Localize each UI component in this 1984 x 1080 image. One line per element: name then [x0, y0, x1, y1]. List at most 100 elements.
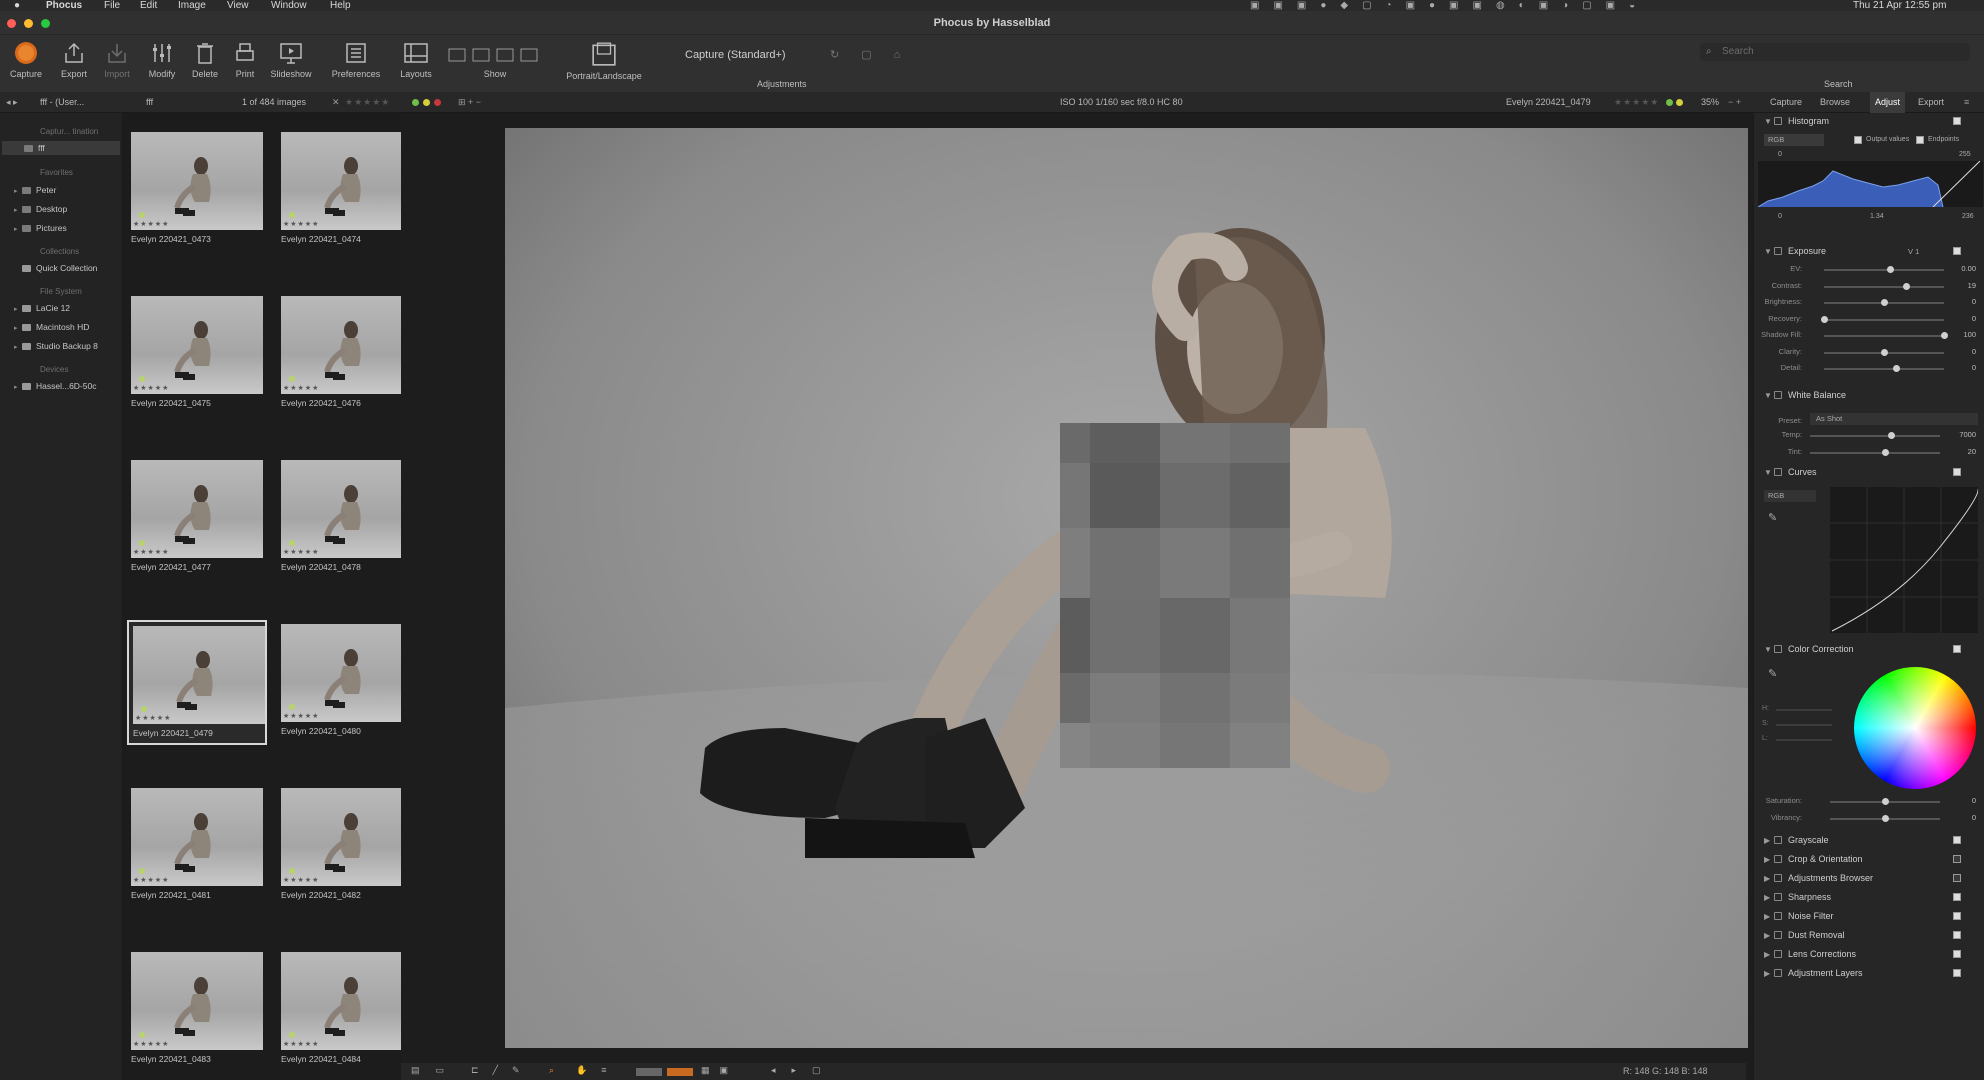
- menu-image[interactable]: Image: [178, 0, 206, 11]
- grid-overlay-icons[interactable]: ▦▣: [701, 1065, 738, 1076]
- sidebar-item-lacie[interactable]: ▸ LaCie 12: [14, 301, 122, 315]
- slider-knob[interactable]: [1882, 448, 1890, 456]
- collapse-triangle-icon[interactable]: ▼: [1764, 645, 1774, 654]
- histogram-graph[interactable]: [1758, 161, 1983, 207]
- thumbnail-rating[interactable]: ★★★★★: [133, 220, 169, 228]
- rating-filter[interactable]: ★★★★★: [345, 92, 390, 113]
- slider-value[interactable]: 0: [1946, 297, 1976, 306]
- slider-track[interactable]: [1810, 432, 1940, 439]
- apple-menu-icon[interactable]: ●: [14, 0, 20, 11]
- thumbnail[interactable]: ★★★★★ Evelyn 220421_0484: [277, 948, 417, 1073]
- section-enable-checkbox[interactable]: [1953, 969, 1961, 977]
- collapse-triangle-icon[interactable]: ▼: [1764, 391, 1774, 400]
- menu-app[interactable]: Phocus: [46, 0, 82, 11]
- panel-menu-icon[interactable]: ≡: [1964, 92, 1969, 113]
- disclosure-arrow-icon[interactable]: ▸: [14, 322, 22, 336]
- histogram-enable-checkbox[interactable]: [1953, 117, 1961, 125]
- print-button[interactable]: Print: [227, 41, 263, 79]
- l-slider[interactable]: [1776, 739, 1832, 741]
- curves-section-header[interactable]: ▼ Curves: [1764, 467, 1817, 477]
- collapsed-section-header[interactable]: ▶ Grayscale: [1764, 835, 1829, 845]
- thumbnail[interactable]: ★★★★★ Evelyn 220421_0478: [277, 456, 417, 581]
- slider-track[interactable]: [1824, 266, 1944, 273]
- disclosure-arrow-icon[interactable]: ▸: [14, 303, 22, 317]
- slider-knob[interactable]: [1881, 299, 1888, 306]
- thumbnail-rating[interactable]: ★★★★★: [133, 1040, 169, 1048]
- curves-channel-select[interactable]: RGB: [1764, 490, 1816, 502]
- curves-graph[interactable]: [1830, 487, 1978, 633]
- collapsed-section-header[interactable]: ▶ Crop & Orientation: [1764, 854, 1863, 864]
- wb-preset-select[interactable]: As Shot: [1810, 413, 1978, 425]
- collapsed-section-header[interactable]: ▶ Adjustments Browser: [1764, 873, 1873, 883]
- slider-knob[interactable]: [1902, 282, 1910, 290]
- collapsed-section-header[interactable]: ▶ Dust Removal: [1764, 930, 1845, 940]
- adjustment-preset[interactable]: Capture (Standard+): [685, 49, 786, 61]
- exposure-warning-tool[interactable]: [667, 1068, 693, 1076]
- sidebar-item-desktop[interactable]: ▸ Desktop: [14, 202, 122, 216]
- modify-button[interactable]: Modify: [144, 41, 180, 79]
- slider-track[interactable]: [1810, 448, 1940, 456]
- section-enable-checkbox[interactable]: [1953, 931, 1961, 939]
- section-enable-checkbox[interactable]: [1953, 950, 1961, 958]
- menu-window[interactable]: Window: [271, 0, 307, 11]
- disclosure-arrow-icon[interactable]: ▸: [14, 223, 22, 237]
- thumbnail[interactable]: ★★★★★ Evelyn 220421_0476: [277, 292, 417, 417]
- delete-button[interactable]: Delete: [187, 41, 223, 79]
- thumbnail[interactable]: ★★★★★ Evelyn 220421_0481: [127, 784, 267, 909]
- color-correction-enable-checkbox[interactable]: [1953, 645, 1961, 653]
- sidebar-item-pictures[interactable]: ▸ Pictures: [14, 221, 122, 235]
- portrait-landscape-button[interactable]: Portrait/Landscape: [556, 41, 652, 81]
- exposure-enable-checkbox[interactable]: [1953, 247, 1961, 255]
- image-rating[interactable]: ★★★★★: [1614, 92, 1659, 113]
- collapsed-section-header[interactable]: ▶ Adjustment Layers: [1764, 968, 1863, 978]
- slider-value[interactable]: 7000: [1946, 430, 1976, 439]
- menu-clock[interactable]: Thu 21 Apr 12:55 pm: [1853, 0, 1946, 11]
- compare-tool[interactable]: [636, 1068, 662, 1076]
- collapsed-section-header[interactable]: ▶ Noise Filter: [1764, 911, 1834, 921]
- status-icons[interactable]: ▣▣▣●◆▢◔▣●▣▣◍◐▣◑▢▣◒: [1250, 0, 1649, 11]
- slider-track[interactable]: [1830, 798, 1940, 805]
- thumbnail-rating[interactable]: ★★★★★: [283, 548, 319, 556]
- slider-knob[interactable]: [1882, 798, 1889, 805]
- tab-browse[interactable]: Browse: [1820, 92, 1850, 113]
- histogram-section-header[interactable]: ▼ Histogram: [1764, 116, 1829, 126]
- image-color-tag-yellow[interactable]: [1676, 99, 1683, 106]
- slider-track[interactable]: [1824, 332, 1948, 339]
- output-values-checkbox[interactable]: [1854, 136, 1862, 144]
- nav-back-forward-icon[interactable]: ◂ ▸: [6, 92, 18, 113]
- slider-value[interactable]: 0: [1946, 347, 1976, 356]
- section-enable-checkbox[interactable]: [1953, 874, 1961, 882]
- thumbnail[interactable]: ★★★★★ Evelyn 220421_0479: [127, 620, 267, 745]
- folder-path-dropdown[interactable]: fff - (User...: [40, 92, 84, 113]
- slider-value[interactable]: 0.00: [1946, 264, 1976, 273]
- curves-enable-checkbox[interactable]: [1953, 468, 1961, 476]
- sidebar-item-fff[interactable]: fff: [2, 141, 120, 155]
- capture-button[interactable]: Capture: [8, 41, 44, 79]
- thumbnail-rating[interactable]: ★★★★★: [133, 384, 169, 392]
- slider-track[interactable]: [1821, 315, 1944, 323]
- section-enable-checkbox[interactable]: [1953, 836, 1961, 844]
- menu-help[interactable]: Help: [330, 0, 351, 11]
- slider-knob[interactable]: [1881, 348, 1888, 356]
- crop-straighten-tools[interactable]: ⊏╱✎: [471, 1065, 534, 1076]
- color-eyedropper-icon[interactable]: ✎: [1768, 667, 1777, 680]
- thumbnail[interactable]: ★★★★★ Evelyn 220421_0482: [277, 784, 417, 909]
- thumbnail-rating[interactable]: ★★★★★: [283, 384, 319, 392]
- curves-eyedropper-icon[interactable]: ✎: [1768, 511, 1777, 524]
- preferences-button[interactable]: Preferences: [328, 41, 384, 79]
- section-enable-checkbox[interactable]: [1953, 912, 1961, 920]
- slider-value[interactable]: 0: [1946, 363, 1976, 372]
- slider-knob[interactable]: [1821, 315, 1828, 323]
- sidebar-item-studio-backup[interactable]: ▸ Studio Backup 8: [14, 339, 122, 353]
- thumbnail[interactable]: ★★★★★ Evelyn 220421_0474: [277, 128, 417, 253]
- slider-value[interactable]: 0: [1946, 813, 1976, 822]
- hand-tool-icons[interactable]: ✋≡: [576, 1065, 620, 1076]
- slider-track[interactable]: [1830, 814, 1940, 822]
- thumbnail[interactable]: ★★★★★ Evelyn 220421_0473: [127, 128, 267, 253]
- menu-view[interactable]: View: [227, 0, 249, 11]
- sidebar-item-quick-collection[interactable]: Quick Collection: [22, 261, 130, 275]
- color-tag-green[interactable]: [412, 99, 419, 106]
- hue-slider[interactable]: [1776, 709, 1832, 711]
- slider-value[interactable]: 20: [1946, 447, 1976, 456]
- expand-triangle-icon[interactable]: ▶: [1764, 931, 1774, 940]
